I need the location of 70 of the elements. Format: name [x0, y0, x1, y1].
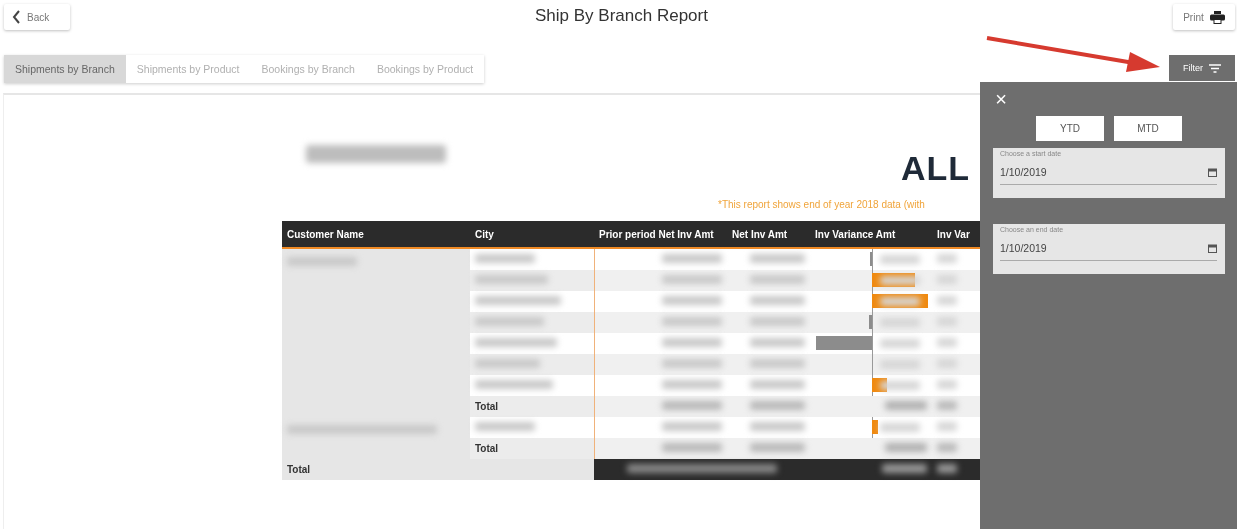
- column-header: Inv Var: [932, 221, 980, 248]
- redacted-text: [937, 254, 957, 263]
- date-input[interactable]: 1/10/2019: [1000, 166, 1150, 178]
- total-label: Total: [475, 401, 499, 412]
- redacted-text: [662, 296, 722, 305]
- redacted-text: [880, 276, 920, 285]
- variance-bar: [869, 315, 872, 329]
- variance-bar: [816, 336, 872, 350]
- redacted-text: [937, 422, 957, 431]
- redacted-text: [750, 254, 805, 263]
- redacted-text: [880, 423, 920, 432]
- redacted-text: [475, 254, 535, 263]
- redacted-text: [475, 317, 544, 326]
- redacted-text: [662, 443, 722, 452]
- column-header: Net Inv Amt: [727, 221, 810, 248]
- redacted-text: [662, 254, 722, 263]
- filter-button[interactable]: Filter: [1169, 55, 1235, 81]
- filter-icon: [1209, 63, 1221, 73]
- close-button[interactable]: ×: [993, 90, 1009, 108]
- redacted-text: [750, 380, 805, 389]
- report-note: *This report shows end of year 2018 data (with: [718, 199, 925, 210]
- preset-button[interactable]: YTD: [1036, 116, 1104, 141]
- redacted-text: [885, 401, 927, 410]
- redacted-text: [882, 464, 927, 473]
- redacted-text: [662, 359, 722, 368]
- redacted-text: [662, 401, 722, 410]
- variance-bar: [872, 420, 878, 434]
- redacted-text: [885, 443, 927, 452]
- redacted-text: [750, 317, 805, 326]
- date-input[interactable]: 1/10/2019: [1000, 242, 1150, 254]
- redacted-text: [750, 338, 805, 347]
- redacted-text: [937, 296, 957, 305]
- redacted-text: [937, 464, 957, 473]
- redacted-text: [750, 275, 805, 284]
- report-heading: ALL: [901, 149, 971, 188]
- total-label: Total: [475, 443, 499, 454]
- redacted-text: [750, 401, 805, 410]
- redacted-text: [937, 401, 957, 410]
- report-tab[interactable]: Shipments by Branch: [4, 55, 126, 83]
- redacted-text: [662, 422, 722, 431]
- column-header: Customer Name: [282, 221, 470, 248]
- printer-icon: [1209, 10, 1225, 24]
- redacted-text: [750, 443, 805, 452]
- redacted-text: [880, 255, 920, 264]
- back-button[interactable]: Back: [4, 4, 70, 30]
- total-label: Total: [287, 464, 311, 475]
- redacted-text: [880, 297, 920, 306]
- redacted-text: [750, 359, 805, 368]
- redacted-text: [475, 359, 540, 368]
- redacted-text: [937, 443, 957, 452]
- calendar-icon[interactable]: [1208, 167, 1217, 177]
- page-title: Ship By Branch Report: [535, 6, 708, 26]
- redacted-text: [937, 380, 957, 389]
- chevron-left-icon: [12, 10, 21, 24]
- redacted-text: [880, 381, 920, 390]
- redacted-text: [662, 275, 722, 284]
- redacted-text: [750, 422, 805, 431]
- redacted-text: [937, 338, 957, 347]
- redacted-text: [475, 422, 535, 431]
- column-header: Prior period Net Inv Amt: [594, 221, 727, 248]
- column-header: Inv Variance Amt: [810, 221, 932, 248]
- redacted-text: [750, 296, 805, 305]
- redacted-text: [662, 338, 722, 347]
- redacted-text: [662, 380, 722, 389]
- preset-button[interactable]: MTD: [1114, 116, 1182, 141]
- column-header: City: [470, 221, 594, 248]
- redacted-text: [662, 317, 722, 326]
- print-button[interactable]: Print: [1173, 4, 1235, 30]
- redacted-text: [880, 339, 920, 348]
- calendar-icon[interactable]: [1208, 243, 1217, 253]
